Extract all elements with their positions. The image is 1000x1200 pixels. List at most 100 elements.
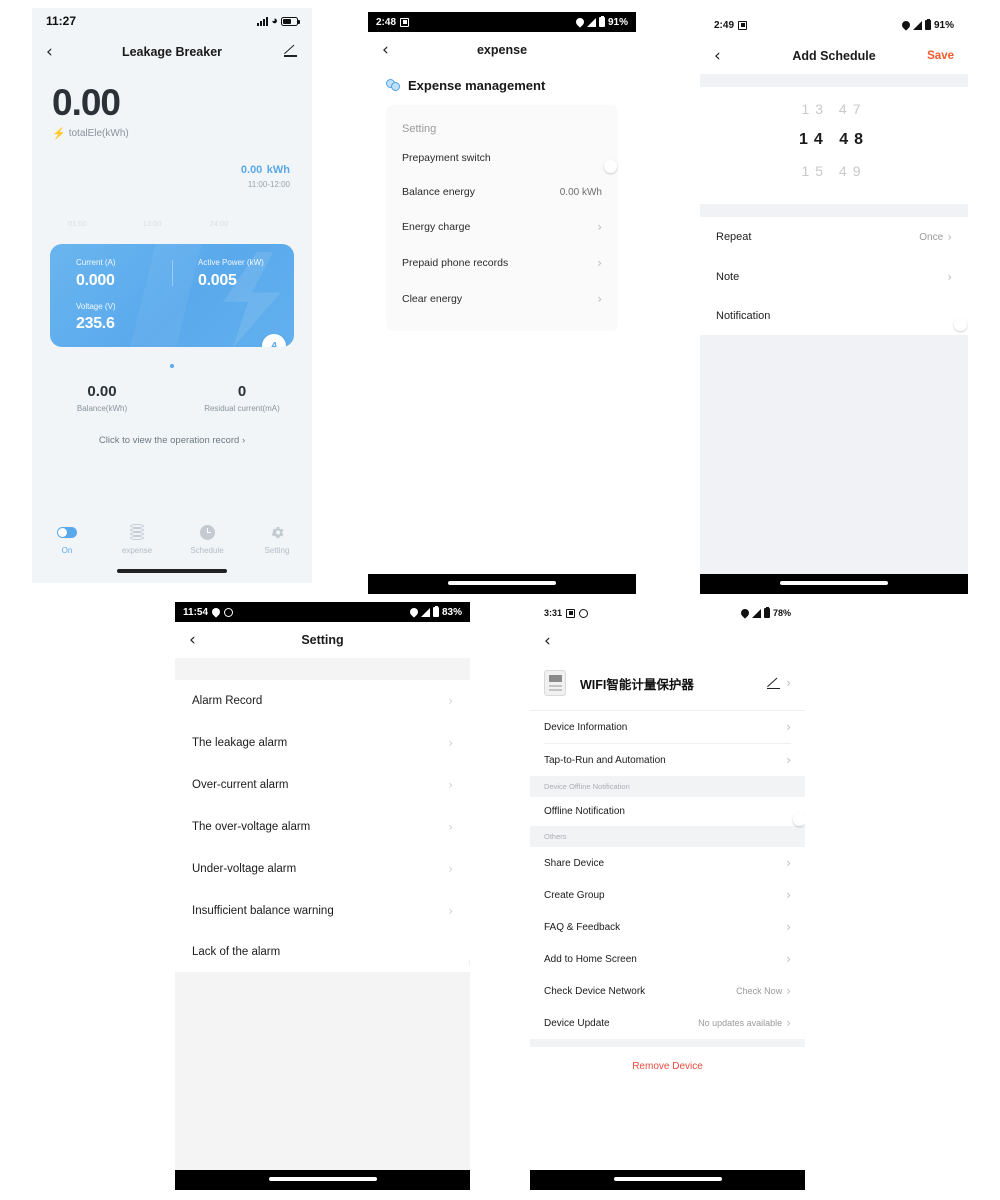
row-check-device-network[interactable]: Check Device Network Check Now › [530, 975, 805, 1007]
row-clear-energy[interactable]: Clear energy › [386, 281, 618, 317]
device-name: WIFI智能计量保护器 [580, 677, 694, 692]
row-label: Alarm Record [192, 695, 263, 707]
back-button[interactable]: ‹ [382, 41, 402, 59]
row-alarm-record[interactable]: Alarm Record › [175, 680, 470, 722]
chart-x-axis: 01:00 13:00 24:00 [50, 219, 294, 228]
wifi-icon [739, 607, 751, 619]
row-tap-to-run-automation[interactable]: Tap-to-Run and Automation › [530, 744, 805, 776]
row-prepayment-switch[interactable]: Prepayment switch [386, 141, 618, 175]
tab-setting[interactable]: Setting [242, 521, 312, 555]
expense-management-header: Expense management [368, 68, 636, 105]
chevron-right-icon: › [947, 270, 952, 284]
coins-icon [386, 78, 401, 93]
status-bar: 11:54 83% [175, 602, 470, 622]
status-bar: 3:31 78% [530, 602, 805, 624]
row-faq-feedback[interactable]: FAQ & Feedback › [530, 911, 805, 943]
metric-power-label: Active Power (kW) [198, 258, 264, 267]
row-label: Share Device [544, 857, 605, 869]
row-device-information[interactable]: Device Information › [530, 711, 805, 743]
x-tick: 01:00 [68, 219, 87, 228]
signal-icon [751, 608, 761, 618]
row-leakage-alarm[interactable]: The leakage alarm › [175, 722, 470, 764]
status-bar: 2:48 91% [368, 12, 636, 32]
x-tick: 13:00 [142, 219, 162, 228]
remove-device-button[interactable]: Remove Device [530, 1047, 805, 1086]
row-insufficient-balance-warning[interactable]: Insufficient balance warning › [175, 890, 470, 932]
battery-icon [598, 16, 605, 27]
row-offline-notification[interactable]: Offline Notification [530, 797, 805, 826]
row-repeat[interactable]: Repeat Once › [700, 217, 968, 257]
back-button[interactable]: ‹ [189, 631, 209, 649]
row-under-voltage-alarm[interactable]: Under-voltage alarm › [175, 848, 470, 890]
picker-row-below[interactable]: 15 49 [700, 149, 968, 179]
row-label: Check Device Network [544, 985, 646, 997]
row-over-current-alarm[interactable]: Over-current alarm › [175, 764, 470, 806]
back-button[interactable]: ‹ [544, 632, 564, 650]
row-energy-charge[interactable]: Energy charge › [386, 209, 618, 245]
panel-setting: 11:54 83% ‹ Setting Alarm Record › The l… [175, 602, 470, 1190]
stat-residual-label: Residual current(mA) [204, 404, 280, 413]
chart-time-range: 11:00-12:00 [247, 180, 290, 189]
row-create-group[interactable]: Create Group › [530, 879, 805, 911]
row-balance-energy[interactable]: Balance energy 0.00 kWh [386, 175, 618, 209]
chevron-right-icon: › [448, 694, 453, 708]
chevron-right-icon: › [786, 753, 791, 767]
chart-value: 0.00 [240, 164, 263, 176]
toggle-icon [32, 521, 102, 543]
clock-icon [172, 521, 242, 543]
battery-icon [432, 606, 439, 617]
metric-divider [172, 260, 173, 286]
chevron-right-icon: › [786, 920, 791, 934]
stat-residual-value: 0 [237, 383, 247, 400]
row-note[interactable]: Note › [700, 257, 968, 297]
row-share-device[interactable]: Share Device › [530, 847, 805, 879]
settings-card: Setting Prepayment switch Balance energy… [386, 105, 618, 331]
ampere-badge: A [262, 334, 286, 347]
metric-power: Active Power (kW) 0.005 [172, 258, 294, 290]
metric-current-value: 0.000 [76, 272, 115, 289]
time-picker[interactable]: 13 47 14 48 15 49 [700, 87, 968, 204]
section-others: Others [530, 826, 805, 847]
row-device-update[interactable]: Device Update No updates available › [530, 1007, 805, 1039]
row-add-to-home-screen[interactable]: Add to Home Screen › [530, 943, 805, 975]
picker-row-selected[interactable]: 14 48 [700, 117, 968, 149]
page-title: expense [476, 43, 528, 57]
bolt-icon: ⚡ [52, 128, 66, 140]
nav-bar: ‹ Add Schedule Save [700, 38, 968, 74]
row-label: Prepaid phone records [402, 257, 509, 269]
back-button[interactable]: ‹ [714, 47, 734, 65]
live-metrics-card[interactable]: Current (A) 0.000 Active Power (kW) 0.00… [50, 244, 294, 347]
row-notification[interactable]: Notification [700, 297, 968, 335]
chevron-right-icon: › [448, 736, 453, 750]
notification-icon [566, 608, 576, 618]
battery-icon [281, 16, 300, 26]
others-rows: Share Device › Create Group › FAQ & Feed… [530, 847, 805, 1039]
save-button[interactable]: Save [927, 50, 954, 62]
total-energy-label: ⚡ totalEle(kWh) [52, 127, 292, 140]
tab-on[interactable]: On [32, 521, 102, 555]
metric-current: Current (A) 0.000 [50, 258, 172, 290]
back-button[interactable]: ‹ [46, 43, 66, 61]
stat-balance: 0.00 Balance(kWh) [32, 383, 172, 413]
tab-schedule[interactable]: Schedule [172, 521, 242, 555]
chevron-right-icon: › [786, 856, 791, 870]
picker-bottom-strip [700, 204, 968, 217]
battery-percent: 91% [933, 19, 954, 31]
row-over-voltage-alarm[interactable]: The over-voltage alarm › [175, 806, 470, 848]
pencil-icon[interactable] [767, 676, 781, 690]
operation-record-link[interactable]: Click to view the operation record › [32, 435, 312, 446]
setting-list: Alarm Record › The leakage alarm › Over-… [175, 680, 470, 972]
chevron-right-icon: › [786, 952, 791, 966]
chevron-right-icon: › [786, 888, 791, 902]
panel-add-schedule: 2:49 91% ‹ Add Schedule Save 13 47 14 48… [700, 12, 968, 594]
tab-expense[interactable]: expense [102, 521, 172, 555]
row-lack-of-the-alarm[interactable]: Lack of the alarm [175, 932, 470, 972]
wifi-icon: ◕ [271, 14, 278, 27]
status-time: 11:27 [46, 14, 77, 28]
device-card[interactable]: WIFI智能计量保护器 › [530, 658, 805, 711]
picker-row-above[interactable]: 13 47 [700, 87, 968, 117]
chevron-right-icon: › [448, 820, 453, 834]
pencil-icon[interactable] [284, 44, 298, 61]
row-prepaid-phone-records[interactable]: Prepaid phone records › [386, 245, 618, 281]
clip-icon [224, 607, 234, 617]
